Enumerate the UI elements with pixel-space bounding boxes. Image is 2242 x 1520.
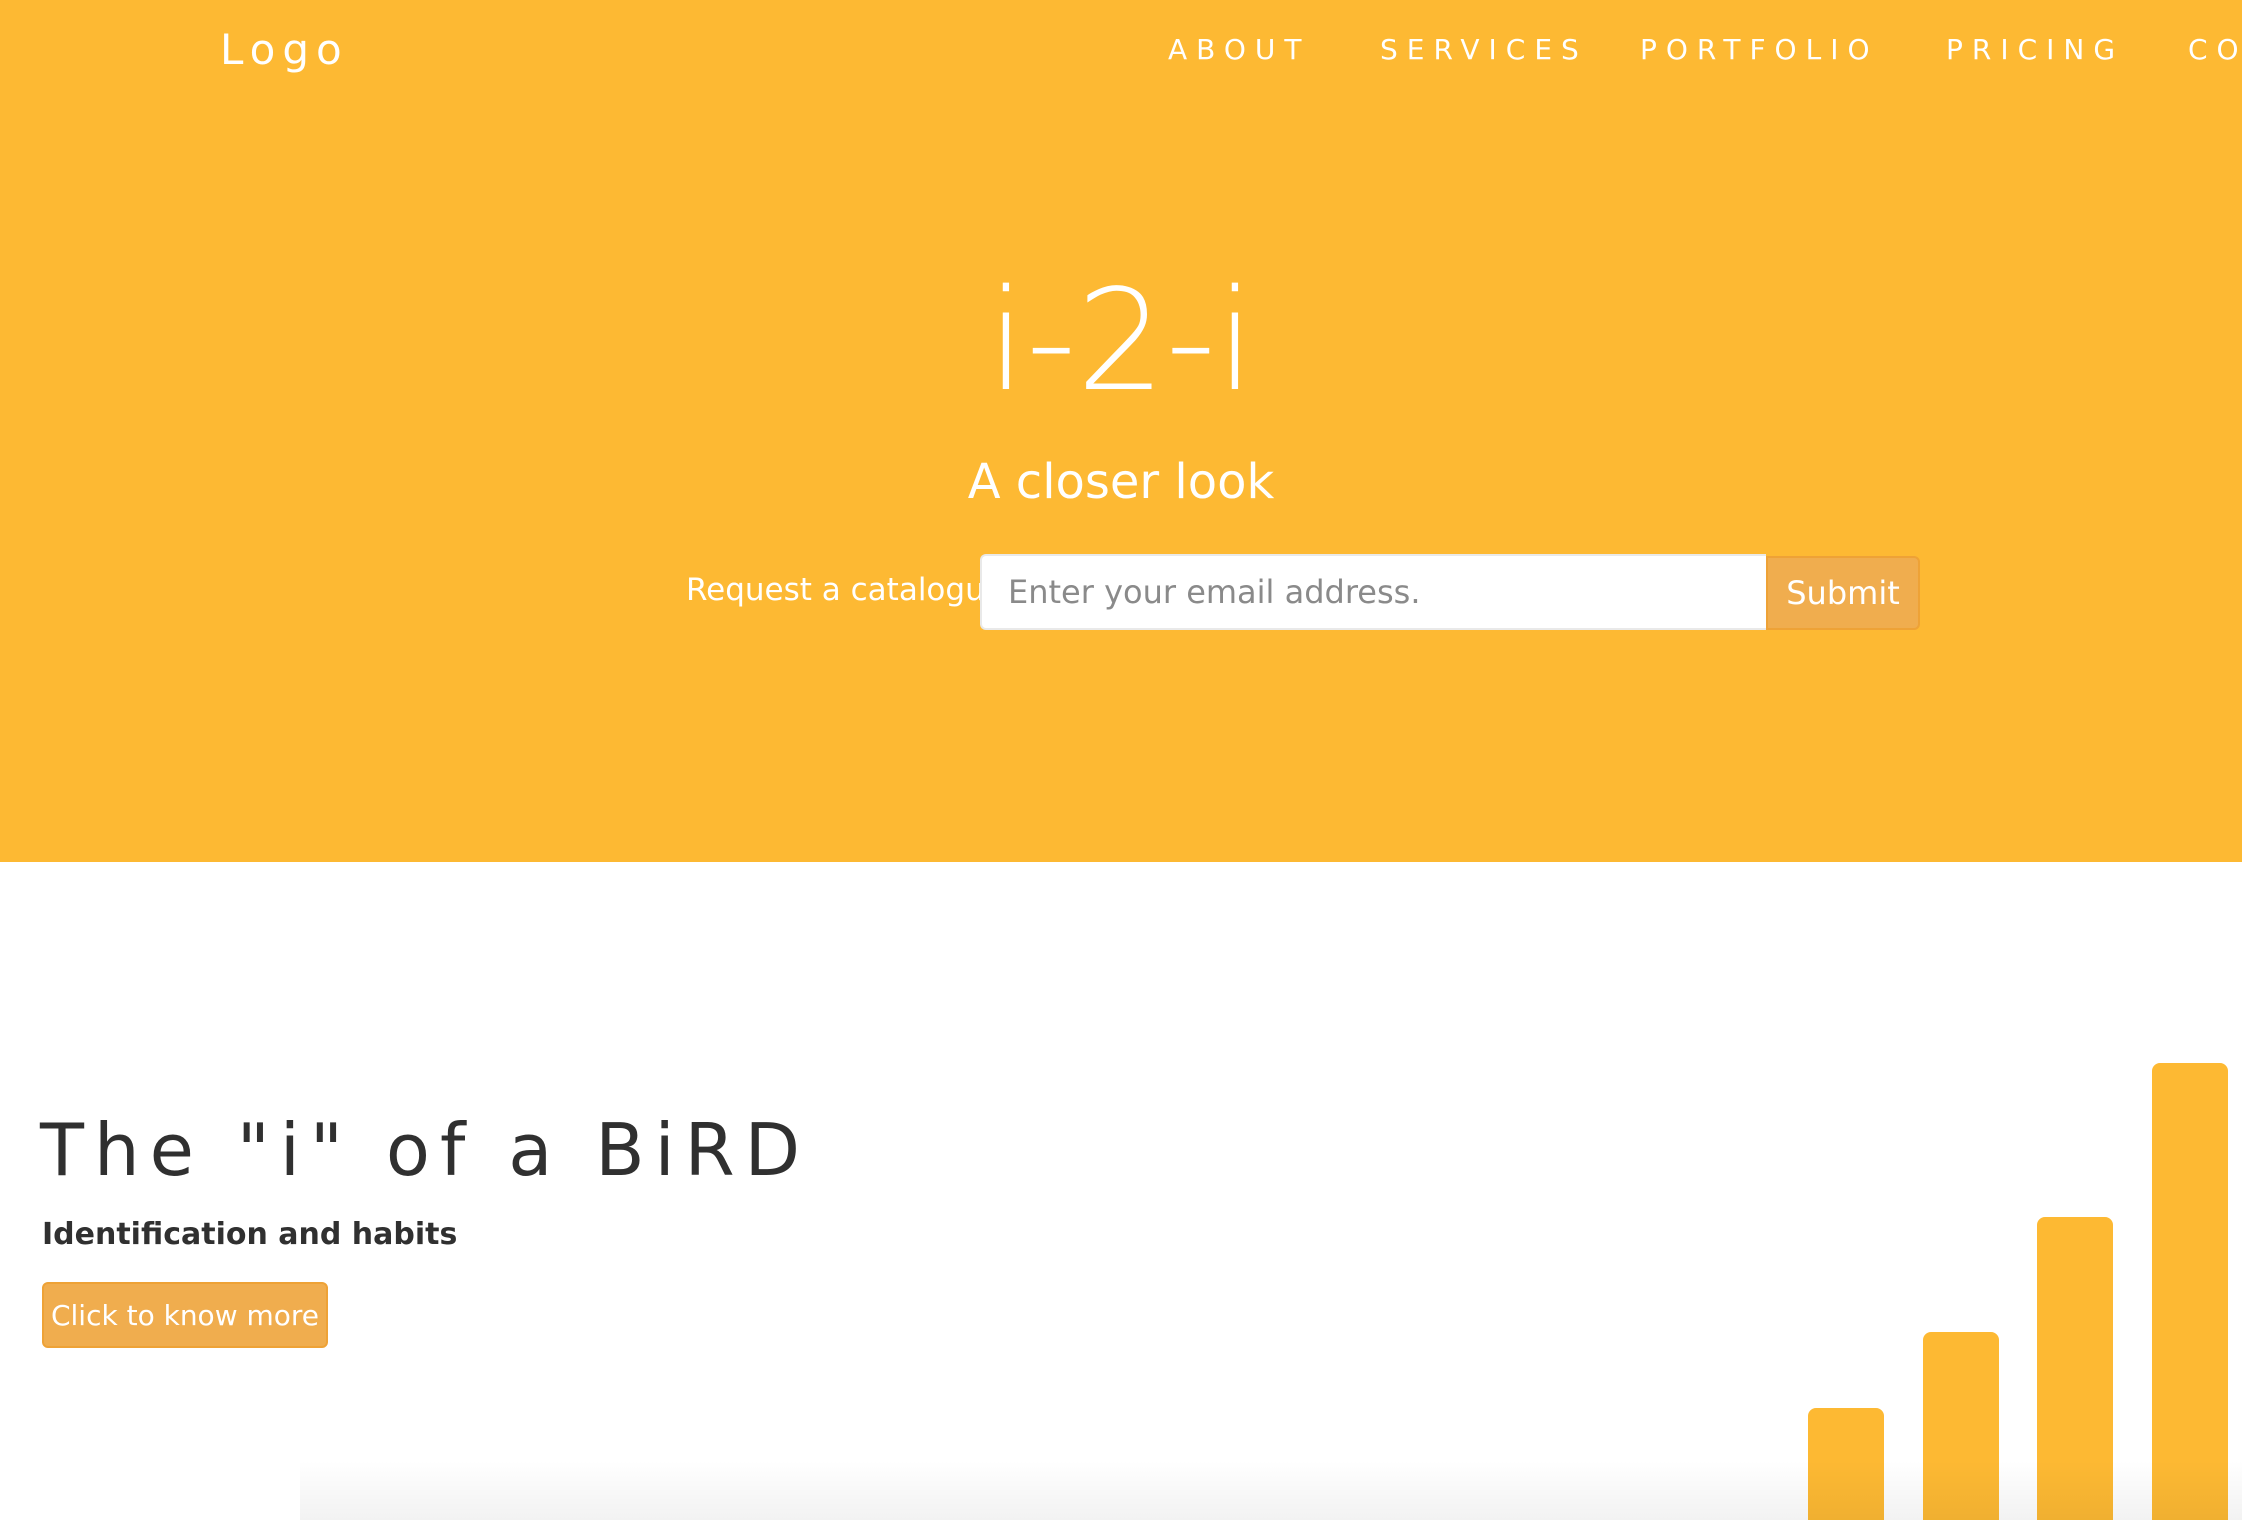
nav-item-services[interactable]: SERVICES [1380, 30, 1588, 70]
section-title: The "i" of a BiRD [40, 1108, 811, 1192]
email-input[interactable] [980, 554, 1766, 630]
decorative-bars [1790, 1060, 2242, 1520]
nav-item-about[interactable]: ABOUT [1168, 30, 1311, 70]
section-subtitle: Identification and habits [42, 1217, 458, 1252]
decorative-bar-4 [2152, 1063, 2228, 1520]
hero-subtitle: A closer look [967, 454, 1275, 510]
catalogue-label: Request a catalogue: [686, 572, 1015, 608]
hero-banner: Logo ABOUT SERVICES PORTFOLIO PRICING CO… [0, 0, 2242, 862]
nav-item-pricing[interactable]: PRICING [1946, 30, 2124, 70]
logo[interactable]: Logo [220, 22, 349, 78]
nav-item-portfolio[interactable]: PORTFOLIO [1640, 30, 1879, 70]
page-title: i-2-i [987, 260, 1255, 423]
know-more-button[interactable]: Click to know more [42, 1282, 328, 1348]
submit-button[interactable]: Submit [1766, 556, 1920, 630]
bottom-shadow [300, 1460, 2242, 1520]
nav-item-contact[interactable]: CO [2188, 30, 2242, 70]
top-nav: ABOUT SERVICES PORTFOLIO PRICING CO [1168, 30, 2242, 70]
